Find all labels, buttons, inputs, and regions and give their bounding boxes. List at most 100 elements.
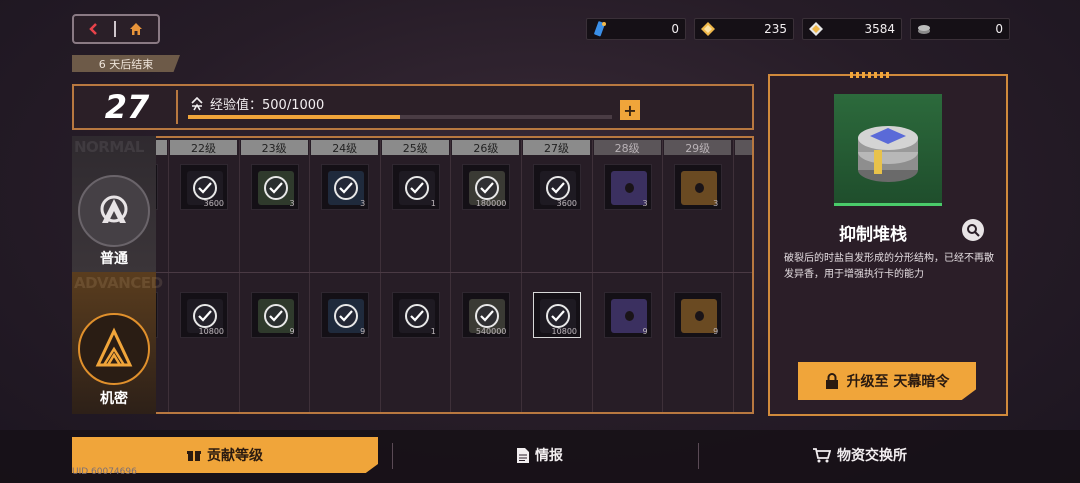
level-header: 27级 <box>523 140 590 155</box>
home-icon <box>130 23 142 35</box>
nav-divider <box>392 443 393 469</box>
keyhole-icon <box>624 311 634 321</box>
buy-level-button[interactable]: + <box>620 100 640 120</box>
item-quantity: 1 <box>430 327 436 336</box>
item-quantity: 3 <box>360 199 366 208</box>
user-id: UID 60074696 <box>72 467 137 477</box>
reward-column: 28级 3 9 <box>591 140 662 412</box>
gift-icon <box>187 451 201 461</box>
item-quantity: 1 <box>430 199 436 208</box>
reward-item[interactable]: 3 <box>603 164 652 210</box>
item-quantity: 180000 <box>475 199 507 208</box>
reward-item[interactable]: 10800 <box>180 292 228 338</box>
reward-item[interactable]: 3600 <box>180 164 228 210</box>
currency-crystal[interactable]: 3584 <box>802 18 902 40</box>
tab-intel[interactable]: 情报 <box>400 437 680 473</box>
level-panel <box>72 84 754 130</box>
level-header <box>734 140 752 155</box>
currency-chips[interactable]: 0 <box>910 18 1010 40</box>
advanced-bg-word: ADVANCED <box>74 274 163 292</box>
white-diamond-icon <box>807 20 825 38</box>
item-quantity: 10800 <box>551 327 577 336</box>
stack-chip-icon <box>858 126 918 182</box>
claimed-check-icon <box>404 176 429 200</box>
level-header: 25级 <box>381 140 449 155</box>
reward-column: 22级 3600 10800 <box>168 140 238 412</box>
reward-item[interactable]: 3600 <box>533 164 581 210</box>
back-home-group <box>72 14 160 44</box>
claimed-check-icon <box>546 176 570 200</box>
item-quantity: 9 <box>713 327 719 336</box>
exp-icon <box>191 96 203 110</box>
advanced-emblem-icon <box>95 327 133 367</box>
currency-value: 3584 <box>864 22 895 36</box>
claimed-check-icon <box>193 176 217 200</box>
tab-exchange[interactable]: 物资交换所 <box>720 437 1000 473</box>
reward-item[interactable]: 0 <box>156 164 158 210</box>
exp-label-group: 经验值：500/1000 <box>190 94 324 113</box>
claimed-check-icon <box>263 304 288 328</box>
reward-item[interactable]: 0 <box>156 292 158 338</box>
upgrade-button[interactable]: 升级至 天幕暗令 <box>798 362 976 400</box>
tab-label: 情报 <box>535 448 563 464</box>
reward-item[interactable]: 180000 <box>462 164 511 210</box>
item-quantity: 3 <box>713 199 719 208</box>
track-divider <box>156 272 752 273</box>
item-quantity: 9 <box>289 327 295 336</box>
keyhole-icon <box>624 183 634 193</box>
level-header: 28级 <box>593 140 661 155</box>
claimed-check-icon <box>546 304 570 328</box>
advanced-track-label: 机密 <box>100 391 128 407</box>
currency-tickets[interactable]: 0 <box>586 18 686 40</box>
reward-item[interactable]: 9 <box>250 292 299 338</box>
currency-bar: 0 235 3584 0 <box>586 18 1010 40</box>
claimed-check-icon <box>334 176 359 200</box>
item-quantity: 3 <box>642 199 648 208</box>
level-divider <box>176 90 178 124</box>
reward-item[interactable]: 10800 <box>533 292 581 338</box>
item-quantity: 540000 <box>475 327 507 336</box>
reward-column: 26级 180000 540000 <box>450 140 520 412</box>
reward-item[interactable]: 1 <box>391 292 440 338</box>
currency-value: 0 <box>671 22 679 36</box>
reward-item[interactable]: 9 <box>321 292 370 338</box>
normal-track-label: 普通 <box>100 251 128 267</box>
reward-column: 29级 3 9 <box>662 140 732 412</box>
normal-bg-word: NORMAL <box>74 138 144 156</box>
level-header: 24级 <box>311 140 379 155</box>
reward-item[interactable]: 540000 <box>462 292 511 338</box>
event-timer: 6 天后结束 <box>72 55 180 72</box>
reward-item[interactable]: 3 <box>674 164 723 210</box>
zoom-button[interactable] <box>962 219 984 241</box>
reward-column-partial <box>732 140 752 412</box>
tab-label: 物资交换所 <box>837 448 907 464</box>
reward-item[interactable]: 3 <box>321 164 370 210</box>
normal-track-emblem <box>78 175 150 247</box>
level-header: 23级 <box>240 140 308 155</box>
item-quantity: 9 <box>360 327 366 336</box>
reward-item[interactable]: 9 <box>674 292 723 338</box>
nav-divider <box>698 443 699 469</box>
item-name: 抑制堆栈 <box>839 225 907 245</box>
claimed-check-icon <box>193 304 217 328</box>
item-quantity: 9 <box>642 327 648 336</box>
home-button[interactable] <box>116 16 156 42</box>
back-button[interactable] <box>74 16 114 42</box>
level-header: 29级 <box>664 140 732 155</box>
reward-column: 27级 3600 10800 <box>521 140 591 412</box>
item-description: 破裂后的时盐自发形成的分形结构，已经不再散发异香，用于增强执行卡的能力 <box>784 253 994 280</box>
reward-item[interactable]: 1 <box>391 164 440 210</box>
reward-item[interactable]: 9 <box>603 292 652 338</box>
level-header: 22级 <box>170 140 237 155</box>
currency-gold[interactable]: 235 <box>694 18 794 40</box>
magnifier-icon <box>967 224 980 237</box>
blue-ticket-icon <box>591 20 609 38</box>
upgrade-label: 升级至 天幕暗令 <box>846 374 950 390</box>
currency-value: 0 <box>995 22 1003 36</box>
claimed-check-icon <box>263 176 288 200</box>
gold-diamond-icon <box>699 20 717 38</box>
level-header <box>156 140 167 155</box>
item-preview <box>834 94 942 206</box>
chip-icon <box>915 20 933 38</box>
reward-item[interactable]: 3 <box>250 164 299 210</box>
